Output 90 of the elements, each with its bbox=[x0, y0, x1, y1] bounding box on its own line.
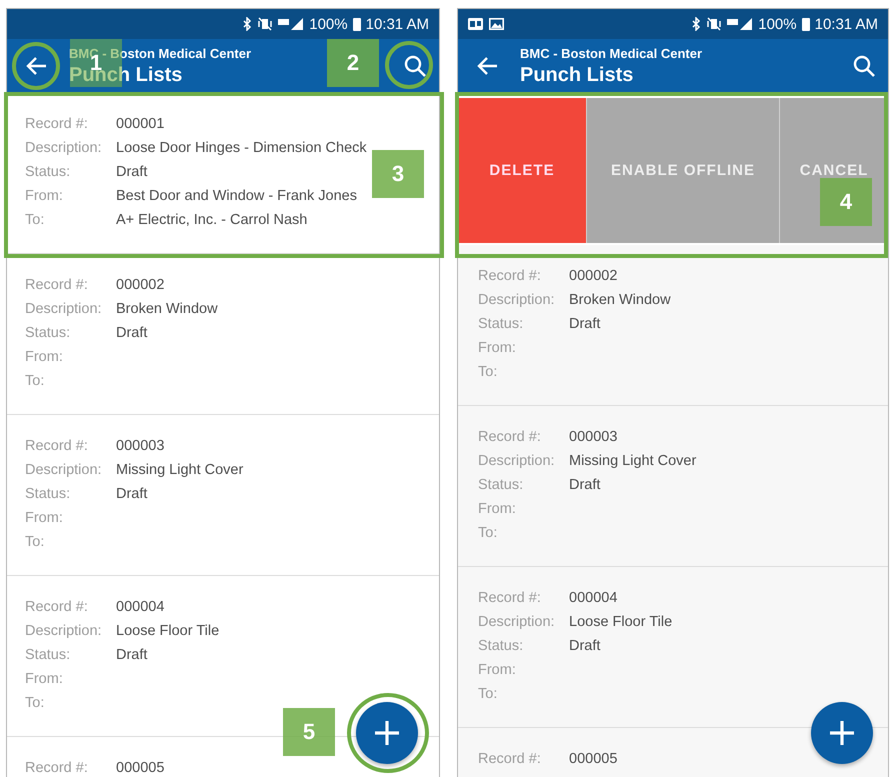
field-value: 000005 bbox=[569, 751, 618, 767]
field-value: Draft bbox=[569, 316, 600, 332]
add-button[interactable] bbox=[356, 702, 418, 764]
add-button[interactable] bbox=[811, 702, 873, 764]
field-label: Status: bbox=[25, 325, 72, 341]
vibrate-mute-icon bbox=[257, 17, 274, 31]
field-label: Status: bbox=[478, 316, 524, 332]
field-label: From: bbox=[25, 188, 64, 204]
field-label: Record #: bbox=[25, 438, 89, 454]
field-label: To: bbox=[25, 695, 46, 711]
field-label: To: bbox=[25, 373, 46, 389]
field-label: Status: bbox=[25, 647, 72, 663]
field-label: From: bbox=[478, 501, 517, 517]
field-value: Loose Floor Tile bbox=[569, 614, 672, 630]
field-label: Status: bbox=[478, 477, 524, 493]
field-value: Loose Door Hinges - Dimension Check bbox=[116, 140, 367, 156]
field-value: 000003 bbox=[116, 438, 164, 454]
signal-icon bbox=[278, 17, 304, 31]
field-value: A+ Electric, Inc. - Carrol Nash bbox=[116, 212, 308, 228]
field-value: 000003 bbox=[569, 429, 618, 445]
field-value: 000002 bbox=[116, 277, 164, 293]
field-label: To: bbox=[478, 525, 498, 541]
field-label: Record #: bbox=[478, 429, 542, 445]
field-label: Description: bbox=[25, 301, 103, 317]
field-label: Status: bbox=[478, 638, 524, 654]
search-icon bbox=[852, 54, 876, 78]
field-label: Record #: bbox=[478, 751, 542, 767]
field-label: To: bbox=[478, 364, 498, 380]
field-label: From: bbox=[25, 510, 64, 526]
field-value: Best Door and Window - Frank Jones bbox=[116, 188, 357, 204]
field-value: 000002 bbox=[569, 268, 618, 284]
field-value: Draft bbox=[569, 638, 600, 654]
plus-icon bbox=[827, 718, 857, 748]
field-label: Status: bbox=[25, 486, 72, 502]
field-value: 000004 bbox=[569, 590, 618, 606]
record-card[interactable]: Record #: 000003 Description: Missing Light Cover Status: Draft From: To: bbox=[7, 415, 439, 576]
battery-level: 100% bbox=[758, 16, 797, 32]
field-label: From: bbox=[25, 671, 64, 687]
field-label: Record #: bbox=[478, 268, 542, 284]
callout-number: 3 bbox=[372, 150, 424, 198]
field-label: Record #: bbox=[25, 760, 89, 776]
field-label: From: bbox=[25, 349, 64, 365]
field-value: Missing Light Cover bbox=[569, 453, 696, 469]
field-label: To: bbox=[478, 686, 498, 702]
field-label: Record #: bbox=[25, 277, 89, 293]
field-value: Draft bbox=[116, 164, 148, 180]
field-label: Description: bbox=[478, 614, 556, 630]
field-label: Record #: bbox=[25, 116, 89, 132]
field-value: 000005 bbox=[116, 760, 164, 776]
field-label: Description: bbox=[25, 462, 103, 478]
field-label: Description: bbox=[25, 623, 103, 639]
field-label: Record #: bbox=[478, 590, 542, 606]
field-label: To: bbox=[25, 212, 46, 228]
callout-number: 2 bbox=[327, 39, 379, 87]
field-value: Missing Light Cover bbox=[116, 462, 244, 478]
field-label: Description: bbox=[478, 453, 556, 469]
field-label: Record #: bbox=[25, 599, 89, 615]
field-value: Loose Floor Tile bbox=[116, 623, 220, 639]
project-name: BMC - Boston Medical Center bbox=[520, 46, 704, 60]
signal-icon bbox=[727, 17, 754, 31]
screen-title: Punch Lists bbox=[520, 64, 634, 86]
plus-icon bbox=[372, 718, 402, 748]
bluetooth-icon bbox=[692, 17, 702, 31]
record-card[interactable]: Record #: 000002 Description: Broken Window Status: Draft From: To: bbox=[458, 245, 888, 406]
record-card[interactable]: Record #: 000002 Description: Broken Window Status: Draft From: To: bbox=[7, 254, 439, 415]
vibrate-mute-icon bbox=[706, 17, 722, 31]
clock-time: 10:31 AM bbox=[366, 16, 429, 32]
battery-icon bbox=[802, 17, 810, 31]
field-value: 000004 bbox=[116, 599, 164, 615]
record-card[interactable]: Record #: 000003 Description: Missing Light Cover Status: Draft From: To: bbox=[458, 406, 888, 567]
field-label: From: bbox=[478, 340, 517, 356]
field-value: Draft bbox=[116, 486, 148, 502]
callout-number: 4 bbox=[820, 178, 872, 226]
field-label: Status: bbox=[25, 164, 72, 180]
image-icon bbox=[489, 18, 504, 30]
field-value: Draft bbox=[116, 647, 148, 663]
clock-time: 10:31 AM bbox=[814, 16, 878, 32]
bluetooth-icon bbox=[243, 17, 252, 31]
field-label: From: bbox=[478, 662, 517, 678]
field-label: Description: bbox=[25, 140, 103, 156]
field-value: Draft bbox=[116, 325, 148, 341]
field-label: Description: bbox=[478, 292, 556, 308]
field-value: 000001 bbox=[116, 116, 164, 132]
field-value: Broken Window bbox=[569, 292, 671, 308]
battery-level: 100% bbox=[309, 16, 348, 32]
field-value: Broken Window bbox=[116, 301, 218, 317]
battery-icon bbox=[352, 17, 361, 31]
field-value: Draft bbox=[569, 477, 600, 493]
field-label: To: bbox=[25, 534, 46, 550]
callout-number: 5 bbox=[283, 708, 335, 756]
